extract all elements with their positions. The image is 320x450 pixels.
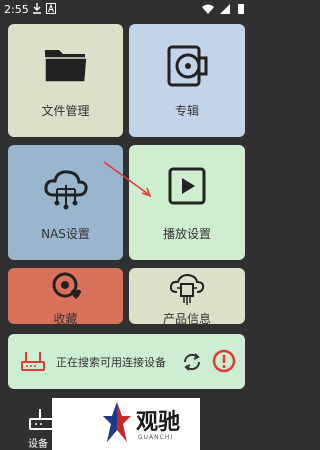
folder-icon <box>43 50 88 83</box>
tile-album-label: 专辑 <box>174 104 199 118</box>
tile-playback-settings-label: 播放设置 <box>162 227 211 241</box>
tile-favorites-label: 收藏 <box>53 312 78 324</box>
download-icon <box>33 3 41 14</box>
search-status-text: 正在搜索可用连接设备 <box>56 356 166 369</box>
favorite-icon <box>52 272 81 299</box>
tile-nas-settings-label: NAS设置 <box>41 227 90 241</box>
watermark-subtitle: GUANCHI <box>138 434 174 441</box>
tile-product-info-label: 产品信息 <box>162 312 211 324</box>
notification-a-icon <box>46 3 56 14</box>
nav-device-label: 设备 <box>28 439 48 450</box>
tile-file-manager[interactable]: 文件管理 <box>8 24 123 137</box>
status-time: 2:55 <box>4 3 29 16</box>
refresh-icon[interactable] <box>181 351 203 373</box>
chip-cloud-icon <box>169 273 205 305</box>
tile-product-info[interactable]: 产品信息 <box>129 268 245 324</box>
tile-album[interactable]: 专辑 <box>129 24 245 137</box>
alert-icon[interactable] <box>212 349 236 373</box>
play-icon <box>168 167 206 205</box>
annotation-arrow-icon <box>103 161 152 198</box>
cloud-network-icon <box>43 170 88 210</box>
tile-file-manager-label: 文件管理 <box>41 104 90 118</box>
watermark-title: 观驰 <box>136 410 181 435</box>
device-search-bar[interactable]: 正在搜索可用连接设备 <box>8 334 245 389</box>
wifi-battery-icons <box>202 4 244 14</box>
guanchi-watermark: 观驰 GUANCHI <box>52 398 200 450</box>
album-icon <box>167 45 208 87</box>
status-bar: 2:55 <box>0 0 252 20</box>
guanchi-logo-icon <box>103 402 131 442</box>
router-icon <box>21 352 45 371</box>
tile-favorites[interactable]: 收藏 <box>8 268 123 324</box>
